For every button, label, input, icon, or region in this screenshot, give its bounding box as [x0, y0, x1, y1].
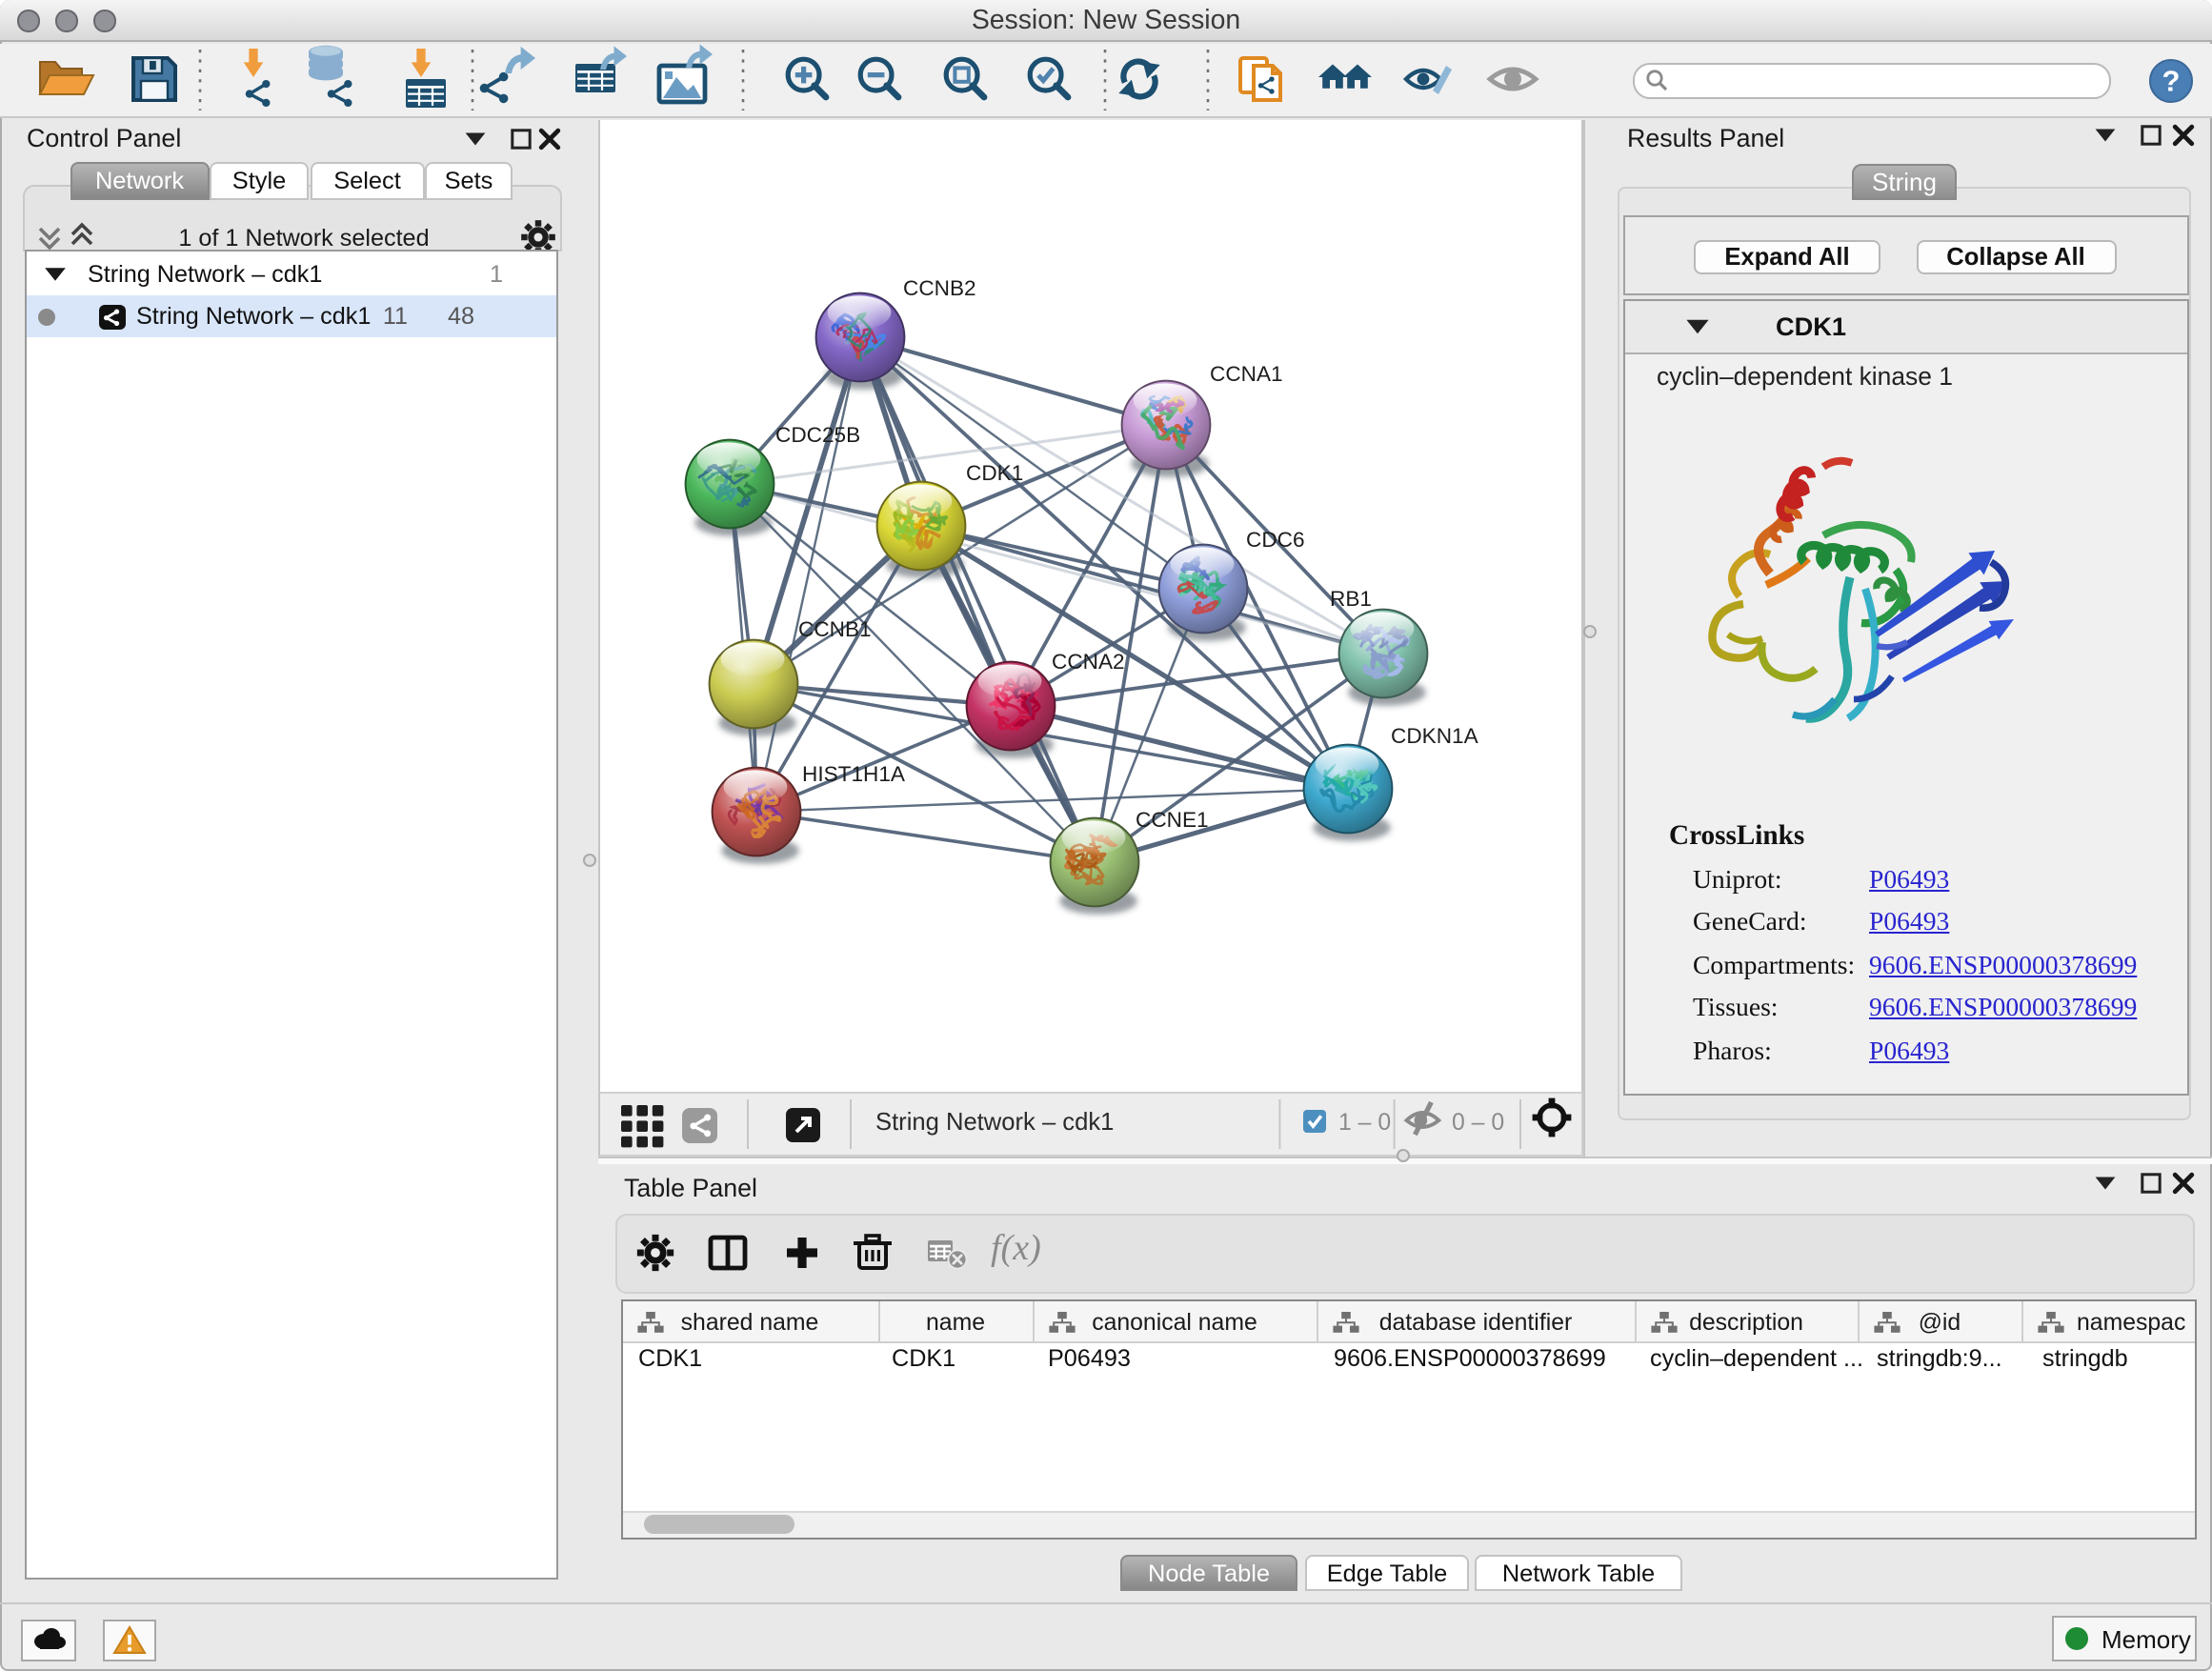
svg-text:HIST1H1A: HIST1H1A — [802, 762, 906, 786]
svg-text:CCNE1: CCNE1 — [1136, 808, 1209, 832]
svg-text:CDKN1A: CDKN1A — [1391, 724, 1479, 748]
svg-text:RB1: RB1 — [1330, 587, 1372, 611]
svg-text:CCNA2: CCNA2 — [1052, 650, 1125, 674]
svg-text:CCNB2: CCNB2 — [903, 276, 976, 300]
svg-text:CCNB1: CCNB1 — [798, 617, 872, 641]
svg-text:?: ? — [2162, 64, 2181, 97]
svg-text:CDC25B: CDC25B — [775, 423, 860, 447]
svg-text:CDK1: CDK1 — [966, 461, 1023, 485]
svg-text:CDC6: CDC6 — [1246, 528, 1305, 552]
svg-text:CCNA1: CCNA1 — [1210, 362, 1283, 386]
